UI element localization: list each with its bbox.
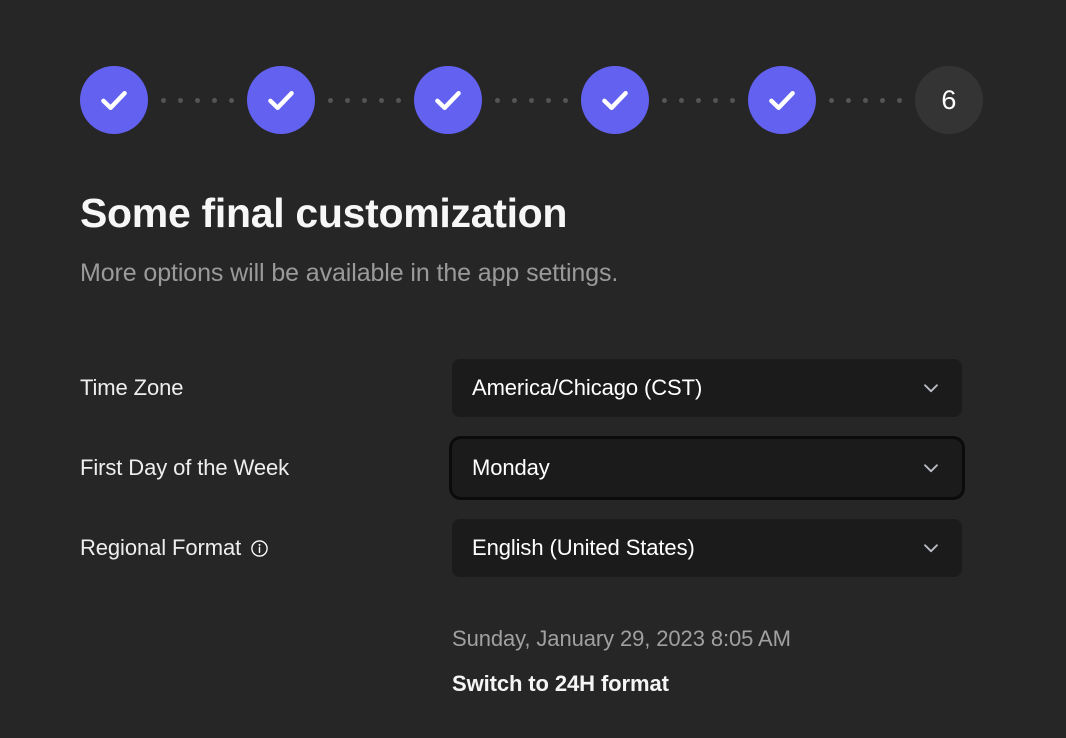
check-icon [431,83,465,117]
connector-dot [730,98,735,103]
connector-dot [396,98,401,103]
select-regional-format-value: English (United States) [472,535,695,561]
connector-dot [512,98,517,103]
connector-dot [713,98,718,103]
stepper-connector-2 [315,98,414,103]
connector-dot [195,98,200,103]
select-time-zone[interactable]: America/Chicago (CST) [452,359,962,417]
step-indicator-6[interactable]: 6 [915,66,983,134]
chevron-down-icon [920,537,942,559]
chevron-down-icon [920,457,942,479]
connector-dot [379,98,384,103]
check-icon [598,83,632,117]
form-row-first-day-of-week: First Day of the Week Monday [80,439,986,497]
check-icon [765,83,799,117]
label-first-day-of-week: First Day of the Week [80,455,452,481]
switch-time-format-link[interactable]: Switch to 24H format [452,671,791,697]
connector-dot [846,98,851,103]
check-icon [97,83,131,117]
select-time-zone-value: America/Chicago (CST) [472,375,702,401]
info-icon[interactable] [250,539,269,558]
step-indicator-2[interactable] [247,66,315,134]
connector-dot [696,98,701,103]
check-icon [264,83,298,117]
connector-dot [662,98,667,103]
step-indicator-4[interactable] [581,66,649,134]
progress-stepper: 6 [80,66,983,134]
connector-dot [863,98,868,103]
connector-dot [161,98,166,103]
connector-dot [563,98,568,103]
connector-dot [546,98,551,103]
label-text: Regional Format [80,535,241,561]
label-time-zone: Time Zone [80,375,452,401]
connector-dot [679,98,684,103]
page-title: Some final customization [80,191,567,236]
stepper-connector-1 [148,98,247,103]
label-text: First Day of the Week [80,455,289,481]
chevron-down-icon [920,377,942,399]
label-text: Time Zone [80,375,183,401]
step-indicator-3[interactable] [414,66,482,134]
connector-dot [880,98,885,103]
connector-dot [345,98,350,103]
select-first-day-of-week-value: Monday [472,455,550,481]
page-subtitle: More options will be available in the ap… [80,259,618,288]
connector-dot [212,98,217,103]
datetime-preview: Sunday, January 29, 2023 8:05 AM [452,626,791,652]
step-indicator-5[interactable] [748,66,816,134]
connector-dot [328,98,333,103]
settings-form: Time Zone America/Chicago (CST) First Da… [80,359,986,599]
onboarding-screen: 6 Some final customization More options … [0,0,1066,738]
stepper-connector-4 [649,98,748,103]
connector-dot [229,98,234,103]
connector-dot [495,98,500,103]
form-row-regional-format: Regional Format English (United States) [80,519,986,577]
datetime-preview-section: Sunday, January 29, 2023 8:05 AM Switch … [452,626,791,697]
select-regional-format[interactable]: English (United States) [452,519,962,577]
stepper-connector-3 [482,98,581,103]
connector-dot [829,98,834,103]
step-indicator-1[interactable] [80,66,148,134]
select-first-day-of-week[interactable]: Monday [452,439,962,497]
connector-dot [897,98,902,103]
connector-dot [362,98,367,103]
stepper-connector-5 [816,98,915,103]
label-regional-format: Regional Format [80,535,452,561]
connector-dot [178,98,183,103]
connector-dot [529,98,534,103]
form-row-time-zone: Time Zone America/Chicago (CST) [80,359,986,417]
